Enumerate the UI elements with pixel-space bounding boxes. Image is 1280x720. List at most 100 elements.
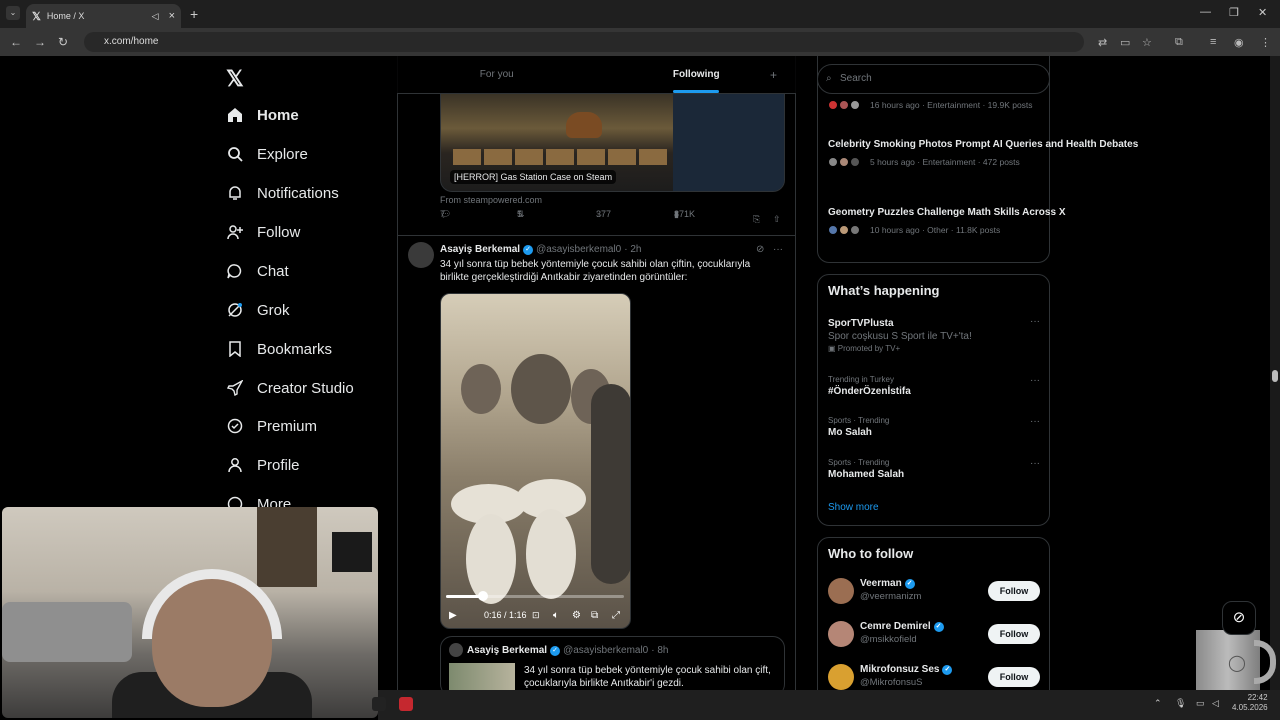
extensions-icon[interactable]: ⧉ — [1175, 36, 1183, 49]
follow-suggestion[interactable]: Cemre Demirel ✓ @msikkofield Follow — [828, 619, 1040, 649]
avatar[interactable] — [828, 664, 854, 690]
share-icon[interactable]: ⇧ — [773, 214, 781, 225]
tab-following[interactable]: Following — [597, 56, 797, 93]
bell-icon — [226, 184, 244, 202]
bookmark-button[interactable]: ⎘ — [753, 214, 760, 225]
nav-premium[interactable]: Premium — [226, 417, 317, 435]
trend-item[interactable]: Celebrity Smoking Photos Prompt AI Queri… — [828, 138, 1138, 167]
nav-profile[interactable]: Profile — [226, 456, 300, 474]
post-header: Asayiş Berkemal ✓ @asayisberkemal0 · 2h — [440, 244, 641, 255]
nav-label: Follow — [257, 223, 301, 241]
tab-search-button[interactable]: ⌄ — [6, 6, 20, 20]
back-icon[interactable]: ← — [10, 35, 22, 49]
avatar[interactable] — [828, 578, 854, 604]
show-more-link[interactable]: Show more — [828, 502, 879, 513]
more-options-icon[interactable]: ··· — [1030, 375, 1040, 386]
more-options-icon[interactable]: ··· — [1030, 458, 1040, 469]
nav-creator-studio[interactable]: Creator Studio — [226, 379, 354, 397]
trend-item[interactable]: 16 hours ago · Entertainment · 19.9K pos… — [828, 100, 1033, 110]
x-logo[interactable]: 𝕏 — [226, 66, 244, 92]
nav-bookmarks[interactable]: Bookmarks — [226, 340, 332, 358]
nav-label: Grok — [257, 301, 290, 319]
add-tab-icon[interactable]: + — [770, 68, 777, 82]
media-icon[interactable]: ≡ — [1210, 36, 1216, 48]
restore-icon[interactable]: ❐ — [1229, 6, 1239, 19]
tab-close-icon[interactable]: × — [169, 10, 175, 22]
suggestion-handle: @veermanizm — [860, 591, 922, 602]
promoted-label: ▣ Promoted by TV+ — [828, 344, 901, 353]
happening-item[interactable]: Trending in Turkey #ÖnderÖzenİstifa ··· — [828, 375, 1040, 397]
home-icon — [226, 106, 244, 124]
profile-avatar-icon[interactable]: ◉ — [1234, 36, 1244, 49]
post-time[interactable]: · 2h — [624, 244, 641, 255]
nav-chat[interactable]: Chat — [226, 262, 289, 280]
browser-menu-icon[interactable]: ⋮ — [1260, 36, 1271, 49]
mic-icon[interactable]: 🎙︎ — [1175, 698, 1186, 709]
minimize-icon[interactable]: — — [1200, 6, 1211, 18]
translate-icon[interactable]: ⇄ — [1098, 36, 1107, 49]
nav-label: Chat — [257, 262, 289, 280]
nav-home[interactable]: Home — [226, 106, 299, 124]
video-progress-bar[interactable] — [446, 595, 624, 598]
fullscreen-icon[interactable]: ⤢ — [612, 610, 620, 621]
tab-for-you[interactable]: For you — [397, 56, 597, 93]
follow-button[interactable]: Follow — [988, 581, 1040, 601]
url-field[interactable]: x.com/home — [84, 32, 1084, 52]
new-tab-button[interactable]: + — [190, 6, 198, 22]
url-text: x.com/home — [104, 36, 159, 47]
follow-suggestion[interactable]: Veerman ✓ @veermanizm Follow — [828, 576, 1040, 606]
settings-icon[interactable]: ⚙︎ — [572, 610, 581, 621]
volume-tray-icon[interactable]: ◁ — [1212, 698, 1219, 709]
post-author-handle[interactable]: @asayisberkemal0 — [536, 244, 621, 255]
reload-icon[interactable]: ↻ — [58, 35, 68, 49]
taskbar-app-icon[interactable] — [372, 697, 386, 711]
more-options-icon[interactable]: ··· — [1030, 316, 1040, 327]
forward-icon[interactable]: → — [34, 35, 46, 49]
tray-chevron-icon[interactable]: ⌃ — [1154, 698, 1162, 709]
trend-title: Geometry Puzzles Challenge Math Skills A… — [828, 207, 1066, 218]
card-caption[interactable]: [HERROR] Gas Station Case on Steam — [450, 170, 617, 184]
follow-suggestion[interactable]: Mikrofonsuz Ses ✓ @MikrofonsuS Follow — [828, 662, 1040, 692]
scrollbar-thumb[interactable] — [1272, 370, 1278, 382]
speaker-icon[interactable]: ◁ — [152, 11, 159, 22]
post-video[interactable] — [440, 293, 631, 629]
play-icon[interactable]: ▶ — [449, 610, 457, 621]
taskbar-app-icon[interactable] — [399, 697, 413, 711]
happening-title: SporTVPlusta — [828, 318, 894, 329]
verified-icon: ✓ — [523, 244, 534, 255]
more-options-icon[interactable]: ··· — [1030, 416, 1040, 427]
card-source[interactable]: From steampowered.com — [440, 195, 542, 205]
network-icon[interactable]: ▭ — [1196, 698, 1205, 709]
nav-label: Profile — [257, 456, 300, 474]
nav-explore[interactable]: Explore — [226, 145, 308, 163]
captions-icon[interactable]: ⊡ — [532, 610, 540, 621]
cast-icon[interactable]: ▭ — [1120, 36, 1130, 49]
browser-tab[interactable]: 𝕏 Home / X ◁ × — [26, 4, 181, 28]
trend-meta: 16 hours ago · Entertainment · 19.9K pos… — [870, 100, 1033, 110]
nav-follow[interactable]: Follow — [226, 223, 300, 241]
window-close-icon[interactable]: ✕ — [1258, 6, 1267, 19]
card-image-burger — [566, 112, 602, 138]
post-avatar[interactable] — [408, 242, 434, 268]
system-clock[interactable]: 22:42 4.05.2026 — [1232, 693, 1268, 713]
happening-item[interactable]: Sports · Trending Mohamed Salah ··· — [828, 458, 1040, 480]
bookmark-icon — [226, 340, 244, 358]
happening-item[interactable]: Sports · Trending Mo Salah ··· — [828, 416, 1040, 438]
nav-label: Bookmarks — [257, 340, 333, 358]
volume-icon[interactable]: 🔈︎ — [553, 610, 559, 621]
bookmark-star-icon[interactable]: ☆ — [1142, 36, 1152, 49]
grok-explain-icon[interactable]: ⊘ — [756, 244, 764, 255]
follow-button[interactable]: Follow — [988, 624, 1040, 644]
suggestion-handle: @msikkofield — [860, 634, 917, 645]
nav-notifications[interactable]: Notifications — [226, 184, 339, 202]
trend-item[interactable]: Geometry Puzzles Challenge Math Skills A… — [828, 206, 1066, 235]
pip-icon[interactable]: ⧉ — [591, 610, 598, 621]
happening-item[interactable]: SporTVPlusta Spor coşkusu S Sport ile TV… — [828, 316, 1040, 353]
follow-button[interactable]: Follow — [988, 667, 1040, 687]
avatar[interactable] — [828, 621, 854, 647]
nav-grok[interactable]: Grok — [226, 301, 290, 319]
happening-subtitle: Sports · Trending — [828, 458, 890, 467]
post-more-icon[interactable]: ··· — [773, 244, 783, 255]
post-author-name[interactable]: Asayiş Berkemal — [440, 244, 520, 255]
grok-floating-button[interactable]: ⊘ — [1222, 601, 1256, 635]
